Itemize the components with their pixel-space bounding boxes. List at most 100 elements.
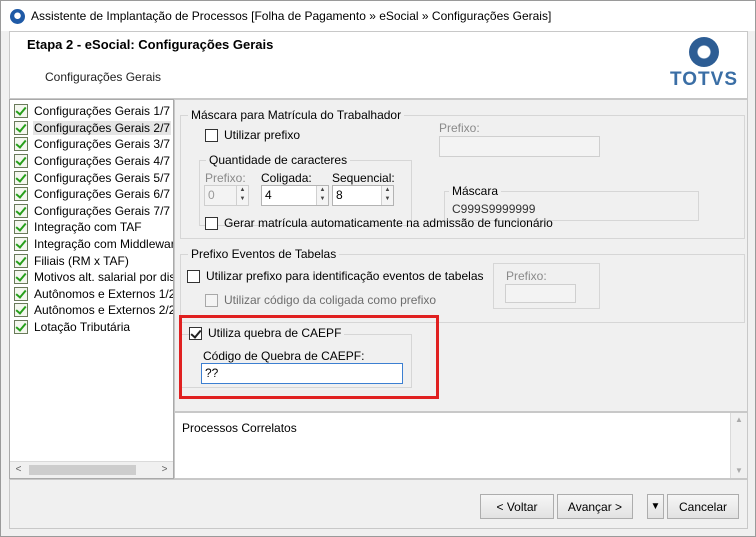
sidebar-step-item[interactable]: Autônomos e Externos 1/2 xyxy=(14,286,174,303)
processos-correlatos-title: Processos Correlatos xyxy=(182,421,297,435)
steps-list: Configurações Gerais 1/7 Configurações Ge… xyxy=(14,103,174,336)
scroll-right-arrow-icon[interactable]: > xyxy=(156,462,173,478)
sidebar-step-label: Autônomos e Externos 1/2 xyxy=(34,286,174,301)
spin-up-icon[interactable]: ▲ xyxy=(382,186,393,195)
prefixo-qtd-label: Prefixo: xyxy=(205,171,246,185)
totvs-logo: TOTVS xyxy=(669,37,739,95)
spin-up-icon[interactable]: ▲ xyxy=(317,186,328,195)
prefixo-qtd-spin-buttons[interactable]: ▲ ▼ xyxy=(236,186,248,205)
spin-down-icon[interactable]: ▼ xyxy=(317,195,328,204)
step-complete-check-icon xyxy=(14,203,28,218)
step-complete-check-icon xyxy=(14,270,28,285)
prefixo-label: Prefixo: xyxy=(439,121,480,135)
codigo-coligada-prefixo-checkbox[interactable] xyxy=(205,293,218,307)
prefixo-eventos-label: Prefixo: xyxy=(506,269,547,283)
related-vertical-scrollbar[interactable]: ▲ ▼ xyxy=(730,413,747,478)
caepf-legend-row[interactable]: Utiliza quebra de CAEPF xyxy=(189,326,345,340)
sidebar-step-item[interactable]: Configurações Gerais 4/7 xyxy=(14,153,173,170)
sidebar-step-label: Configurações Gerais 2/7 xyxy=(33,120,172,135)
codigo-coligada-prefixo-row[interactable]: Utilizar código da coligada como prefixo xyxy=(205,293,436,307)
sidebar-step-item[interactable]: Configurações Gerais 2/7 xyxy=(14,120,173,137)
spin-up-icon[interactable]: ▲ xyxy=(237,186,248,195)
totvs-logo-text: TOTVS xyxy=(670,69,738,90)
voltar-button[interactable]: < Voltar xyxy=(480,494,554,519)
sequencial-spinner[interactable]: 8 ▲ ▼ xyxy=(332,185,394,206)
app-icon xyxy=(10,8,25,24)
scroll-up-arrow-icon[interactable]: ▲ xyxy=(731,413,747,427)
step-complete-check-icon xyxy=(14,137,28,152)
sidebar-step-item[interactable]: Integração com TAF xyxy=(14,219,173,236)
step-complete-check-icon xyxy=(14,154,28,169)
utilizar-prefixo-checkbox[interactable] xyxy=(205,128,218,142)
sidebar-step-item[interactable]: Lotação Tributária xyxy=(14,319,173,336)
sidebar-step-item[interactable]: Autônomos e Externos 2/2 xyxy=(14,302,174,319)
options-dropdown-button[interactable]: ▼ xyxy=(647,494,664,519)
wizard-footer: < Voltar Avançar > ▼ Cancelar xyxy=(9,479,748,529)
utiliza-quebra-caepf-checkbox[interactable] xyxy=(189,326,202,340)
scrollbar-thumb[interactable] xyxy=(29,465,136,475)
sidebar-step-label: Configurações Gerais 5/7 xyxy=(34,170,171,185)
codigo-coligada-prefixo-label: Utilizar código da coligada como prefixo xyxy=(224,293,437,307)
step-subtitle: Configurações Gerais xyxy=(45,70,162,84)
sidebar-step-label: Autônomos e Externos 2/2 xyxy=(34,303,174,318)
sidebar-step-label: Filiais (RM x TAF) xyxy=(34,253,129,268)
utilizar-prefixo-row[interactable]: Utilizar prefixo xyxy=(205,128,300,142)
processos-correlatos-panel: Processos Correlatos ▲ ▼ xyxy=(174,412,748,479)
sidebar-horizontal-scrollbar[interactable]: < > xyxy=(10,461,173,478)
sidebar-step-label: Integração com TAF xyxy=(34,220,142,235)
sidebar-step-item[interactable]: Integração com Middleware xyxy=(14,236,174,253)
wizard-window: Assistente de Implantação de Processos [… xyxy=(0,0,756,537)
sidebar-step-item[interactable]: Filiais (RM x TAF) xyxy=(14,252,173,269)
step-complete-check-icon xyxy=(14,104,28,119)
coligada-spin-buttons[interactable]: ▲ ▼ xyxy=(316,186,328,205)
sidebar-step-label: Integração com Middleware xyxy=(34,237,174,252)
prefixo-input[interactable] xyxy=(439,136,600,157)
step-complete-check-icon xyxy=(14,286,28,301)
utilizar-prefixo-eventos-checkbox[interactable] xyxy=(187,269,200,283)
coligada-value: 4 xyxy=(265,188,272,202)
sidebar-step-label: Motivos alt. salarial por diss xyxy=(34,270,174,285)
prefixo-qtd-spinner[interactable]: 0 ▲ ▼ xyxy=(204,185,249,206)
utilizar-prefixo-eventos-row[interactable]: Utilizar prefixo para identificação even… xyxy=(187,269,484,283)
step-title: Etapa 2 - eSocial: Configurações Gerais xyxy=(27,37,274,52)
spin-down-icon[interactable]: ▼ xyxy=(237,195,248,204)
gerar-matricula-label: Gerar matrícula automaticamente na admis… xyxy=(224,216,553,230)
coligada-label: Coligada: xyxy=(261,171,312,185)
prefixo-eventos-box: Prefixo: xyxy=(493,263,600,309)
sidebar-step-item[interactable]: Configurações Gerais 3/7 xyxy=(14,136,173,153)
utilizar-prefixo-eventos-label: Utilizar prefixo para identificação even… xyxy=(206,269,484,283)
sidebar-step-item[interactable]: Configurações Gerais 6/7 xyxy=(14,186,173,203)
step-complete-check-icon xyxy=(14,187,28,202)
caepf-group: Utiliza quebra de CAEPF Código de Quebra… xyxy=(180,326,412,388)
scroll-left-arrow-icon[interactable]: < xyxy=(10,462,27,478)
step-header: Etapa 2 - eSocial: Configurações Gerais … xyxy=(9,31,748,99)
cancelar-button[interactable]: Cancelar xyxy=(667,494,739,519)
sidebar-step-label: Configurações Gerais 3/7 xyxy=(34,137,171,152)
coligada-spinner[interactable]: 4 ▲ ▼ xyxy=(261,185,329,206)
codigo-quebra-caepf-input[interactable]: ?? xyxy=(201,363,403,384)
sidebar-step-item[interactable]: Configurações Gerais 7/7 xyxy=(14,203,173,220)
sidebar-step-item[interactable]: Motivos alt. salarial por diss xyxy=(14,269,174,286)
sidebar-step-label: Lotação Tributária xyxy=(34,320,131,335)
step-complete-check-icon xyxy=(14,120,28,135)
utiliza-quebra-caepf-label: Utiliza quebra de CAEPF xyxy=(208,326,342,340)
sidebar-step-item[interactable]: Configurações Gerais 5/7 xyxy=(14,169,173,186)
mascara-value: C999S9999999 xyxy=(452,202,536,216)
title-bar: Assistente de Implantação de Processos [… xyxy=(1,1,755,31)
step-complete-check-icon xyxy=(14,320,28,335)
prefixo-eventos-legend: Prefixo Eventos de Tabelas xyxy=(188,247,340,261)
sequencial-spin-buttons[interactable]: ▲ ▼ xyxy=(381,186,393,205)
scroll-down-arrow-icon[interactable]: ▼ xyxy=(731,464,747,478)
spin-down-icon[interactable]: ▼ xyxy=(382,195,393,204)
prefixo-eventos-input[interactable] xyxy=(505,284,576,303)
totvs-logo-icon xyxy=(689,37,719,67)
gerar-matricula-checkbox[interactable] xyxy=(205,216,218,230)
step-complete-check-icon xyxy=(14,170,28,185)
avancar-button[interactable]: Avançar > xyxy=(557,494,633,519)
step-complete-check-icon xyxy=(14,237,28,252)
gerar-matricula-row[interactable]: Gerar matrícula automaticamente na admis… xyxy=(205,216,553,230)
sidebar-step-item[interactable]: Configurações Gerais 1/7 xyxy=(14,103,173,120)
step-complete-check-icon xyxy=(14,220,28,235)
mascara-matricula-legend: Máscara para Matrícula do Trabalhador xyxy=(188,108,405,122)
window-title: Assistente de Implantação de Processos [… xyxy=(31,9,552,23)
